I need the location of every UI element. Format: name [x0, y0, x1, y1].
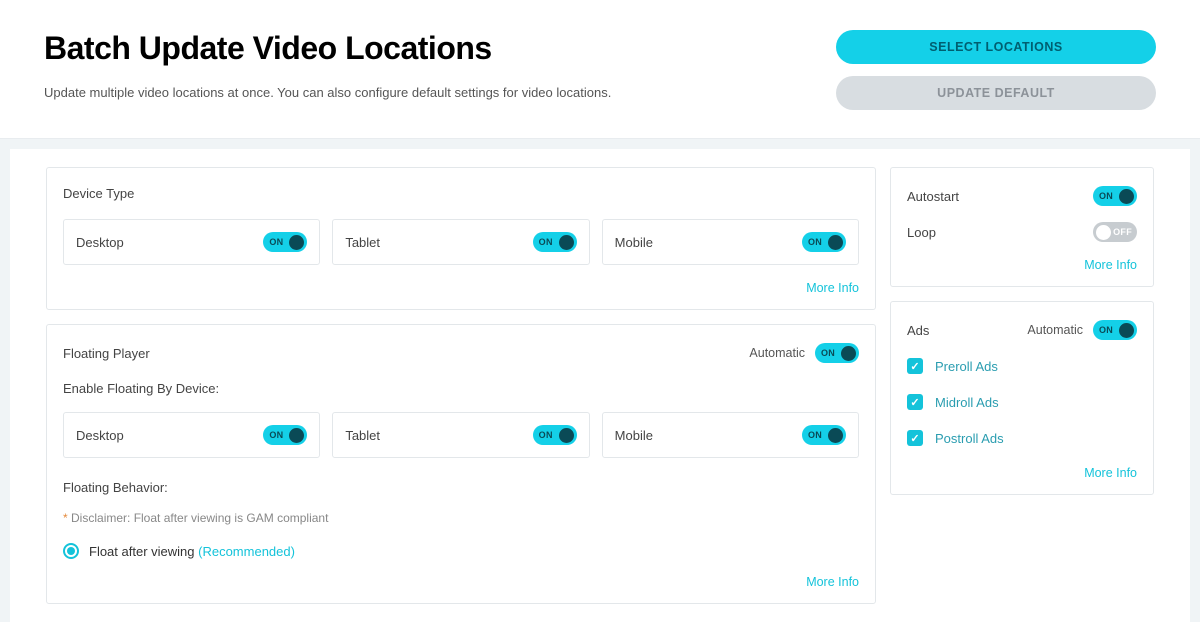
postroll-ads-label: Postroll Ads [935, 431, 1004, 446]
device-tablet-box: Tablet ON [332, 219, 589, 265]
floating-more-info-link[interactable]: More Info [63, 575, 859, 589]
float-after-viewing-radio[interactable]: Float after viewing (Recommended) [63, 543, 859, 559]
floating-tablet-toggle[interactable]: ON [533, 425, 577, 445]
floating-mobile-box: Mobile ON [602, 412, 859, 458]
preroll-ads-checkbox[interactable]: ✓ Preroll Ads [907, 358, 1137, 374]
device-desktop-toggle[interactable]: ON [263, 232, 307, 252]
loop-toggle[interactable]: OFF [1093, 222, 1137, 242]
update-default-button[interactable]: UPDATE DEFAULT [836, 76, 1156, 110]
floating-automatic-group: Automatic ON [749, 343, 859, 363]
floating-desktop-label: Desktop [76, 428, 124, 443]
toggle-knob-icon [559, 428, 574, 443]
floating-behavior-title: Floating Behavior: [63, 480, 859, 495]
toggle-knob-icon [841, 346, 856, 361]
toggle-knob-icon [1096, 225, 1111, 240]
preroll-ads-label: Preroll Ads [935, 359, 998, 374]
loop-label: Loop [907, 225, 936, 240]
device-type-more-info-link[interactable]: More Info [63, 281, 859, 295]
floating-player-panel: Floating Player Automatic ON Enable Floa… [46, 324, 876, 604]
ads-panel: Ads Automatic ON ✓ Preroll Ads [890, 301, 1154, 495]
ads-automatic-toggle[interactable]: ON [1093, 320, 1137, 340]
device-tablet-label: Tablet [345, 235, 380, 250]
page-title: Batch Update Video Locations [44, 30, 816, 67]
playback-more-info-link[interactable]: More Info [907, 258, 1137, 272]
autostart-label: Autostart [907, 189, 959, 204]
autostart-toggle[interactable]: ON [1093, 186, 1137, 206]
page-subtitle: Update multiple video locations at once.… [44, 85, 816, 100]
toggle-knob-icon [1119, 189, 1134, 204]
toggle-knob-icon [559, 235, 574, 250]
floating-desktop-box: Desktop ON [63, 412, 320, 458]
toggle-knob-icon [289, 428, 304, 443]
playback-panel: Autostart ON Loop OFF More Info [890, 167, 1154, 287]
enable-floating-by-device-label: Enable Floating By Device: [63, 381, 859, 396]
left-column: Device Type Desktop ON Tablet [46, 167, 876, 604]
checkbox-checked-icon: ✓ [907, 358, 923, 374]
right-column: Autostart ON Loop OFF More Info [890, 167, 1154, 604]
disclaimer-star-icon: * [63, 511, 71, 525]
device-desktop-box: Desktop ON [63, 219, 320, 265]
ads-more-info-link[interactable]: More Info [907, 466, 1137, 480]
header-text: Batch Update Video Locations Update mult… [44, 30, 816, 100]
device-type-panel: Device Type Desktop ON Tablet [46, 167, 876, 310]
toggle-knob-icon [828, 428, 843, 443]
floating-automatic-toggle[interactable]: ON [815, 343, 859, 363]
checkbox-checked-icon: ✓ [907, 430, 923, 446]
device-mobile-label: Mobile [615, 235, 653, 250]
device-type-title: Device Type [63, 186, 859, 201]
device-mobile-box: Mobile ON [602, 219, 859, 265]
toggle-knob-icon [828, 235, 843, 250]
device-tablet-toggle[interactable]: ON [533, 232, 577, 252]
float-after-viewing-label: Float after viewing (Recommended) [89, 544, 295, 559]
radio-selected-icon [63, 543, 79, 559]
floating-tablet-box: Tablet ON [332, 412, 589, 458]
checkbox-checked-icon: ✓ [907, 394, 923, 410]
floating-desktop-toggle[interactable]: ON [263, 425, 307, 445]
floating-player-title: Floating Player [63, 346, 150, 361]
ads-automatic-group: Automatic ON [1027, 320, 1137, 340]
device-mobile-toggle[interactable]: ON [802, 232, 846, 252]
floating-automatic-label: Automatic [749, 346, 805, 360]
postroll-ads-checkbox[interactable]: ✓ Postroll Ads [907, 430, 1137, 446]
toggle-knob-icon [289, 235, 304, 250]
midroll-ads-label: Midroll Ads [935, 395, 999, 410]
toggle-knob-icon [1119, 323, 1134, 338]
floating-mobile-toggle[interactable]: ON [802, 425, 846, 445]
midroll-ads-checkbox[interactable]: ✓ Midroll Ads [907, 394, 1137, 410]
floating-disclaimer: * Disclaimer: Float after viewing is GAM… [63, 511, 859, 525]
select-locations-button[interactable]: SELECT LOCATIONS [836, 30, 1156, 64]
floating-tablet-label: Tablet [345, 428, 380, 443]
content-area: Device Type Desktop ON Tablet [10, 149, 1190, 622]
device-desktop-label: Desktop [76, 235, 124, 250]
page-header: Batch Update Video Locations Update mult… [0, 0, 1200, 139]
header-actions: SELECT LOCATIONS UPDATE DEFAULT [836, 30, 1156, 110]
ads-automatic-label: Automatic [1027, 323, 1083, 337]
floating-mobile-label: Mobile [615, 428, 653, 443]
ads-title: Ads [907, 323, 929, 338]
